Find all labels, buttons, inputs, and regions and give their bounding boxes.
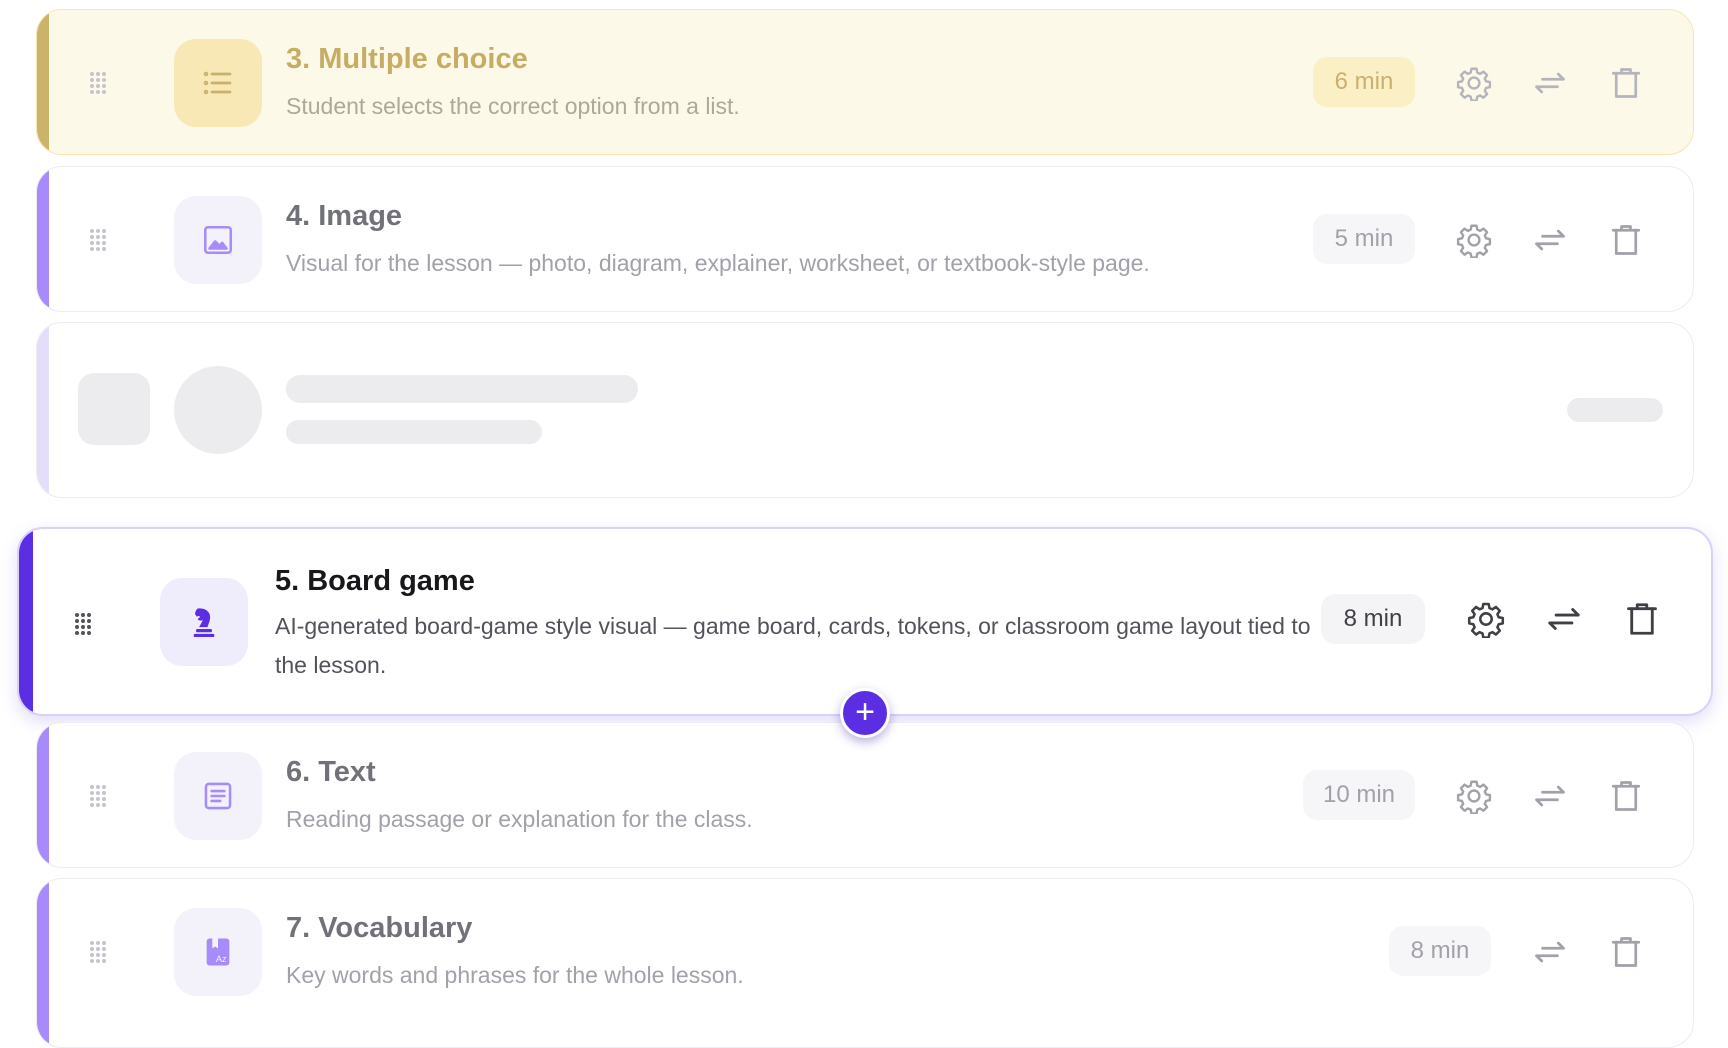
drag-handle-icon[interactable] [89,228,107,252]
block-card-text[interactable]: 6. Text Reading passage or explanation f… [36,722,1694,868]
skeleton-desc-line [286,420,542,444]
skeleton-accent-bar [37,323,49,497]
block-description: Key words and phrases for the whole less… [286,962,744,988]
block-title: 6. Text [286,756,376,788]
block-accent-bar [19,529,33,714]
drag-handle-icon[interactable] [89,784,107,808]
block-title: 3. Multiple choice [286,43,528,75]
delete-trash-icon[interactable] [1606,63,1646,103]
block-accent-bar [37,723,49,867]
settings-gear-icon[interactable] [1454,63,1494,103]
swap-arrows-icon[interactable] [1530,776,1570,816]
delete-trash-icon[interactable] [1606,932,1646,972]
drag-handle-icon[interactable] [89,940,107,964]
delete-trash-icon[interactable] [1606,220,1646,260]
block-accent-bar [37,879,49,1047]
delete-trash-icon[interactable] [1606,776,1646,816]
list-icon [174,39,262,127]
duration-badge[interactable]: 6 min [1313,57,1415,107]
duration-badge[interactable]: 5 min [1313,214,1415,264]
block-accent-bar [37,10,49,154]
block-card-vocabulary[interactable]: Az 7. Vocabulary Key words and phrases f… [36,878,1694,1048]
block-title: 7. Vocabulary [286,912,473,944]
block-card-multiple-choice[interactable]: 3. Multiple choice Student selects the c… [36,9,1694,155]
settings-gear-icon[interactable] [1466,599,1506,639]
settings-gear-icon[interactable] [1454,220,1494,260]
block-accent-bar [37,167,49,311]
duration-badge[interactable]: 8 min [1389,926,1491,976]
block-card-loading-skeleton [36,322,1694,498]
duration-badge[interactable]: 8 min [1321,594,1425,644]
skeleton-badge [1567,398,1663,422]
duration-badge[interactable]: 10 min [1303,770,1415,820]
settings-gear-icon[interactable] [1454,776,1494,816]
drag-handle-icon[interactable] [89,71,107,95]
block-description: Student selects the correct option from … [286,93,740,119]
dictionary-icon: Az [174,908,262,996]
block-description: Visual for the lesson — photo, diagram, … [286,250,1150,276]
block-description: AI-generated board-game style visual — g… [275,613,1311,678]
swap-arrows-icon[interactable] [1530,220,1570,260]
swap-arrows-icon[interactable] [1530,932,1570,972]
block-description: Reading passage or explanation for the c… [286,806,753,832]
add-block-button[interactable]: + [840,688,890,738]
swap-arrows-icon[interactable] [1530,63,1570,103]
chess-knight-icon [160,578,248,666]
svg-text:Az: Az [216,954,227,964]
skeleton-handle [78,373,150,445]
delete-trash-icon[interactable] [1622,599,1662,639]
image-icon [174,196,262,284]
swap-arrows-icon[interactable] [1544,599,1584,639]
skeleton-title-line [286,375,638,403]
block-card-image[interactable]: 4. Image Visual for the lesson — photo, … [36,166,1694,312]
skeleton-icon-circle [174,366,262,454]
document-icon [174,752,262,840]
drag-handle-icon[interactable] [74,612,92,636]
block-title: 4. Image [286,200,403,232]
block-title: 5. Board game [275,565,475,597]
